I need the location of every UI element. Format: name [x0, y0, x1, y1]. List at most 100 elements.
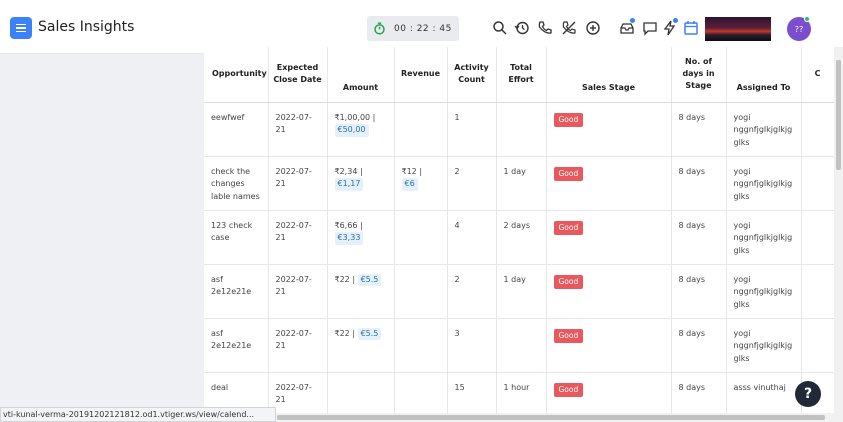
column-header[interactable]: Expected Close Date: [268, 47, 328, 103]
amount-inr: ₹2,34 |: [334, 166, 363, 176]
inbox-icon[interactable]: [619, 18, 635, 36]
column-header[interactable]: Assigned To: [726, 47, 802, 103]
cell-extra: [801, 102, 834, 157]
cell-activity-count: 4: [447, 210, 497, 265]
cell-extra: [801, 210, 834, 265]
cell-extra: [801, 318, 834, 373]
cell-days-in-stage: 8 days: [671, 156, 727, 211]
cell-assigned-to: yogi nggnfjglkjglkjg glks: [726, 102, 802, 157]
column-header[interactable]: Amount: [327, 47, 395, 103]
opportunity-link[interactable]: deal: [211, 383, 228, 392]
cell-total-effort: 1 hour: [496, 372, 547, 413]
cell-total-effort: 1 day: [496, 264, 547, 319]
amount-inr: ₹1,00,00 |: [334, 112, 376, 122]
cell-amount: [327, 372, 395, 413]
table-row[interactable]: 123 check case 2022-07-21 ₹6,66 | €3,33 4 2 …: [204, 210, 834, 265]
cell-activity-count: 2: [447, 156, 497, 211]
notification-dot: [630, 18, 635, 23]
amount-inr: ₹22 |: [334, 328, 356, 338]
cell-activity-count: 2: [447, 264, 497, 319]
cell-amount: ₹22 | €5.5: [327, 318, 395, 373]
mute-icon[interactable]: [561, 20, 577, 36]
cell-revenue: [394, 264, 448, 319]
cell-opportunity[interactable]: eewfwef: [204, 102, 269, 157]
cell-opportunity[interactable]: check the changes lable names: [204, 156, 269, 211]
column-header[interactable]: Activity Count: [447, 47, 497, 103]
chat-icon[interactable]: [642, 20, 658, 36]
horizontal-scrollbar-thumb[interactable]: [277, 415, 825, 420]
phone-icon[interactable]: [537, 20, 553, 36]
table-row[interactable]: check the changes lable names 2022-07-21 ₹…: [204, 156, 834, 211]
lightning-icon[interactable]: [662, 18, 678, 36]
column-header[interactable]: C: [801, 47, 834, 103]
cell-opportunity[interactable]: asf 2e12e21e: [204, 318, 269, 373]
table-row[interactable]: deal 2022-07-21 15 1 hour Good 8 days asss vin…: [204, 372, 834, 413]
cell-days-in-stage: 8 days: [671, 102, 727, 157]
online-status-dot: [804, 16, 810, 22]
cell-amount: ₹1,00,00 | €50,00: [327, 102, 395, 157]
sales-stage-badge: Good: [553, 166, 584, 181]
cell-activity-count: 15: [447, 372, 497, 413]
column-header[interactable]: Opportunity: [204, 47, 269, 103]
opportunity-link[interactable]: 123 check case: [211, 221, 252, 243]
calendar-icon[interactable]: [683, 20, 699, 36]
amount-eur-pill: €50,00: [334, 124, 369, 137]
sales-stage-badge: Good: [553, 220, 584, 235]
column-header[interactable]: Revenue: [394, 47, 448, 103]
plus-icon[interactable]: [585, 20, 601, 36]
cell-revenue: [394, 318, 448, 373]
opportunity-link[interactable]: check the changes lable names: [211, 167, 260, 201]
amount-eur-pill: €5.5: [357, 327, 382, 340]
cell-assigned-to: yogi nggnfjglkjglkjg glks: [726, 264, 802, 319]
cell-sales-stage: Good: [546, 318, 672, 373]
cell-close-date: 2022-07-21: [268, 156, 328, 211]
cell-revenue: [394, 102, 448, 157]
table-row[interactable]: asf 2e12e21e 2022-07-21 ₹22 | €5.5 3 Good 8 d…: [204, 318, 834, 373]
menu-icon[interactable]: [10, 17, 32, 39]
promo-banner-image[interactable]: [705, 17, 771, 41]
help-button[interactable]: ?: [795, 381, 821, 407]
cell-sales-stage: Good: [546, 210, 672, 265]
cell-amount: ₹6,66 | €3,33: [327, 210, 395, 265]
table-row[interactable]: eewfwef 2022-07-21 ₹1,00,00 | €50,00 1 Good 8…: [204, 102, 834, 157]
amount-inr: ₹22 |: [334, 274, 356, 284]
opportunity-link[interactable]: asf 2e12e21e: [211, 329, 251, 351]
cell-sales-stage: Good: [546, 372, 672, 413]
cell-opportunity[interactable]: 123 check case: [204, 210, 269, 265]
amount-inr: ₹6,66 |: [334, 220, 363, 230]
notification-dot: [673, 18, 678, 23]
amount-eur-pill: €5.5: [357, 273, 382, 286]
history-icon[interactable]: [514, 20, 530, 36]
column-header[interactable]: Sales Stage: [546, 47, 672, 103]
opportunity-link[interactable]: eewfwef: [211, 113, 244, 122]
search-icon[interactable]: [492, 20, 508, 36]
cell-activity-count: 3: [447, 318, 497, 373]
cell-activity-count: 1: [447, 102, 497, 157]
cell-days-in-stage: 8 days: [671, 264, 727, 319]
cell-amount: ₹2,34 | €1,17: [327, 156, 395, 211]
cell-opportunity[interactable]: asf 2e12e21e: [204, 264, 269, 319]
table-row[interactable]: asf 2e12e21e 2022-07-21 ₹22 | €5.5 2 1 day Go…: [204, 264, 834, 319]
top-bar: Sales Insights 00 : 22 : 45 ??: [0, 0, 843, 54]
report-table-panel: Opportunity Expected Close Date Amount R…: [204, 47, 834, 413]
cell-total-effort: [496, 318, 547, 373]
amount-eur-pill: €3,33: [334, 232, 364, 245]
cell-assigned-to: asss vinuthaj: [726, 372, 802, 413]
vertical-scrollbar-thumb[interactable]: [836, 60, 841, 170]
cell-days-in-stage: 8 days: [671, 210, 727, 265]
cell-close-date: 2022-07-21: [268, 372, 328, 413]
cell-close-date: 2022-07-21: [268, 210, 328, 265]
sales-stage-badge: Good: [553, 274, 584, 289]
column-header[interactable]: Total Effort: [496, 47, 547, 103]
column-header[interactable]: No. of days in Stage: [671, 47, 727, 103]
cell-total-effort: [496, 102, 547, 157]
app-title: Sales Insights: [38, 19, 135, 35]
cell-revenue: ₹12 | €6: [394, 156, 448, 211]
cell-sales-stage: Good: [546, 102, 672, 157]
opportunity-link[interactable]: asf 2e12e21e: [211, 275, 251, 297]
cell-amount: ₹22 | €5.5: [327, 264, 395, 319]
cell-assigned-to: yogi nggnfjglkjglkjg glks: [726, 156, 802, 211]
revenue-inr: ₹12 |: [401, 166, 423, 176]
call-timer[interactable]: 00 : 22 : 45: [367, 16, 459, 41]
cell-sales-stage: Good: [546, 156, 672, 211]
